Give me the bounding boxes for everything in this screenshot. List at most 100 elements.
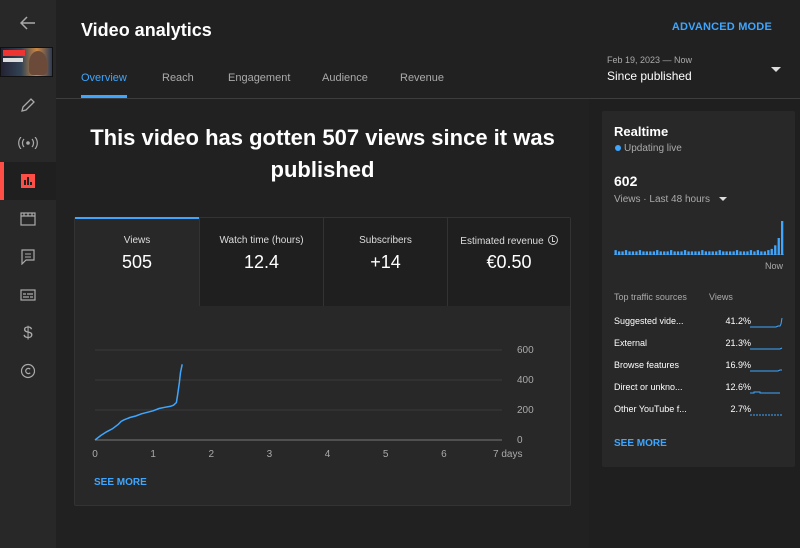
realtime-bar[interactable] [642, 251, 645, 255]
realtime-bar[interactable] [756, 250, 759, 255]
now-label: Now [764, 261, 783, 271]
tab-audience[interactable]: Audience [322, 72, 368, 84]
source-percent: 16.9% [725, 360, 751, 370]
source-sparkline [750, 391, 780, 394]
realtime-bar[interactable] [635, 251, 638, 255]
realtime-bar[interactable] [673, 251, 676, 255]
realtime-bar[interactable] [742, 251, 746, 255]
comments-icon[interactable] [0, 238, 56, 276]
tab-reach[interactable]: Reach [162, 72, 194, 84]
realtime-range-select[interactable]: Views · Last 48 hours [614, 194, 710, 205]
tab-bar: Overview Reach Engagement Audience Reven… [56, 62, 589, 99]
realtime-bar[interactable] [670, 250, 673, 255]
y-tick-label: 0 [517, 435, 523, 446]
tab-overview[interactable]: Overview [81, 72, 127, 84]
realtime-bar[interactable] [659, 251, 662, 255]
y-tick-label: 600 [517, 345, 534, 356]
realtime-bar[interactable] [666, 251, 669, 255]
realtime-bar[interactable] [621, 251, 624, 255]
metric-tab-watch-time[interactable]: Watch time (hours) 12.4 [199, 218, 323, 306]
copyright-icon[interactable] [0, 352, 56, 390]
realtime-bar[interactable] [628, 251, 631, 255]
realtime-bar[interactable] [760, 251, 763, 255]
metric-label: Views [123, 235, 151, 246]
realtime-bar[interactable] [732, 251, 735, 255]
realtime-bar[interactable] [624, 250, 628, 255]
realtime-bar[interactable] [697, 251, 701, 255]
date-range-text[interactable]: Feb 19, 2023 — Now [607, 55, 692, 65]
realtime-bar[interactable] [690, 251, 694, 255]
metric-tab-subscribers[interactable]: Subscribers +14 [323, 218, 447, 306]
realtime-see-more-button[interactable]: SEE MORE [614, 438, 667, 449]
broadcast-icon[interactable] [0, 124, 56, 162]
realtime-bar[interactable] [718, 250, 721, 255]
metric-value: €0.50 [486, 252, 532, 272]
realtime-bar[interactable] [687, 251, 690, 255]
video-thumbnail[interactable] [0, 47, 53, 77]
realtime-bar[interactable] [656, 250, 659, 255]
realtime-bar[interactable] [781, 221, 784, 255]
realtime-bar[interactable] [774, 245, 777, 255]
y-tick-label: 200 [517, 405, 534, 416]
realtime-bar[interactable] [777, 238, 780, 255]
realtime-bar[interactable] [767, 250, 770, 255]
traffic-source-row: Other YouTube f... 2.7% [614, 404, 784, 418]
realtime-bar[interactable] [711, 251, 714, 255]
see-more-button[interactable]: SEE MORE [94, 477, 147, 488]
metric-label: Watch time (hours) [219, 235, 304, 246]
realtime-bar[interactable] [763, 251, 766, 255]
realtime-bar[interactable] [618, 251, 621, 255]
metric-tab-revenue[interactable]: Estimated revenue €0.50 [447, 218, 570, 306]
realtime-bar[interactable] [770, 248, 773, 255]
realtime-bar[interactable] [753, 251, 756, 255]
realtime-bar[interactable] [680, 251, 683, 255]
chevron-down-icon[interactable] [719, 197, 727, 201]
realtime-bar[interactable] [708, 251, 711, 255]
tab-revenue[interactable]: Revenue [400, 72, 444, 84]
realtime-bar[interactable] [704, 251, 707, 255]
advanced-mode-button[interactable]: ADVANCED MODE [672, 21, 772, 33]
realtime-bar[interactable] [694, 251, 697, 255]
date-range-label[interactable]: Since published [607, 69, 692, 83]
realtime-bar[interactable] [649, 251, 652, 255]
realtime-bar[interactable] [725, 251, 728, 255]
x-tick-label: 2 [209, 449, 215, 460]
realtime-bar-chart [614, 221, 784, 255]
realtime-bar[interactable] [729, 251, 732, 255]
realtime-bar[interactable] [652, 251, 655, 255]
back-arrow-icon[interactable] [0, 4, 56, 42]
realtime-bar[interactable] [676, 251, 680, 255]
y-tick-label: 400 [517, 375, 534, 386]
metric-value: 12.4 [243, 252, 280, 272]
views-series-line [94, 364, 183, 441]
source-percent: 12.6% [725, 382, 751, 392]
realtime-bar[interactable] [749, 250, 753, 255]
analytics-icon[interactable] [0, 162, 56, 200]
realtime-bar[interactable] [645, 251, 648, 255]
pencil-icon[interactable] [0, 86, 56, 124]
page-title: Video analytics [81, 20, 212, 40]
tab-engagement[interactable]: Engagement [228, 72, 290, 84]
chevron-down-icon[interactable] [771, 67, 781, 72]
realtime-bar[interactable] [746, 251, 749, 255]
active-tab-indicator [81, 95, 127, 98]
realtime-bar[interactable] [683, 250, 687, 255]
realtime-bar[interactable] [715, 251, 718, 255]
realtime-bar[interactable] [722, 251, 725, 255]
metric-value: 505 [121, 252, 153, 272]
realtime-bar[interactable] [739, 251, 742, 255]
realtime-bar[interactable] [638, 250, 642, 255]
editor-icon[interactable] [0, 200, 56, 238]
source-sparkline [750, 414, 782, 416]
metric-tab-views[interactable]: Views 505 [75, 217, 199, 306]
realtime-bar[interactable] [663, 251, 666, 255]
metric-label: Subscribers [359, 235, 412, 246]
subtitles-icon[interactable] [0, 276, 56, 314]
source-percent: 41.2% [725, 316, 751, 326]
views-line-chart: 0 200 400 600 0 1 2 3 4 5 6 7 days [92, 345, 534, 460]
monetization-icon[interactable]: $ [0, 314, 56, 352]
realtime-bar[interactable] [614, 250, 617, 255]
realtime-bar[interactable] [735, 250, 739, 255]
realtime-bar[interactable] [701, 250, 704, 255]
realtime-bar[interactable] [631, 251, 635, 255]
